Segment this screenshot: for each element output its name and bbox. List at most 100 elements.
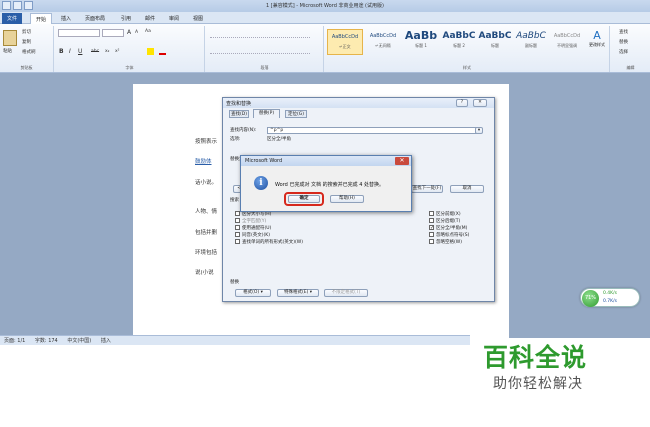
tab-insert[interactable]: 插入 (56, 13, 76, 24)
checkbox[interactable] (235, 225, 240, 230)
status-language[interactable]: 中文(中国) (67, 338, 91, 344)
grow-font-button[interactable]: A (127, 29, 131, 36)
left-options: 区分大小写(H) 全字匹配(Y) 使用通配符(U) 同音(英文)(K) 查找单词… (235, 211, 303, 246)
style-no-spacing[interactable]: AaBbCcDd ↵无间隔 (365, 29, 401, 55)
ok-button[interactable]: 确定 (288, 195, 320, 203)
font-color-icon[interactable] (159, 48, 166, 55)
editing-label: 编辑 (626, 65, 635, 70)
watermark-slogan: 助你轻松解决 (493, 376, 583, 392)
change-styles-icon: A (593, 29, 601, 42)
tab-goto[interactable]: 定位(G) (285, 110, 307, 118)
style-preview: AaBb (404, 29, 438, 42)
option-case[interactable]: 区分大小写(H) (235, 211, 303, 218)
window-controls[interactable] (600, 1, 648, 10)
find-button[interactable]: 查找 (619, 29, 628, 35)
option-label: 区分全/半角(M) (436, 226, 468, 231)
change-case-button[interactable]: Aa (145, 29, 151, 34)
change-styles-label: 更改样式 (589, 42, 605, 47)
shrink-font-button[interactable]: A (135, 30, 138, 35)
option-prefix[interactable]: 区分前缀(X) (429, 211, 469, 218)
option-wildcards[interactable]: 使用通配符(U) (235, 225, 303, 232)
status-page[interactable]: 页面: 1/1 (4, 338, 25, 344)
cut-button[interactable]: 剪切 (22, 29, 31, 35)
checkbox[interactable] (429, 239, 434, 244)
bold-button[interactable]: B (59, 48, 64, 55)
tab-view[interactable]: 视图 (188, 13, 208, 24)
find-dropdown-icon[interactable]: ▾ (475, 127, 483, 134)
list-buttons-row[interactable] (210, 30, 310, 38)
checkbox[interactable] (429, 211, 434, 216)
checkbox-checked[interactable] (429, 225, 434, 230)
tab-page-layout[interactable]: 页面布局 (80, 13, 110, 24)
paste-icon[interactable] (3, 30, 17, 46)
option-full-half-width[interactable]: 区分全/半角(M) (429, 225, 469, 232)
window-title: 1 [兼容模式] - Microsoft Word 非商业用途 (试用版) (266, 3, 384, 9)
tab-mailings[interactable]: 邮件 (140, 13, 160, 24)
no-formatting-button[interactable]: 不限定格式(T) (324, 289, 368, 297)
select-button[interactable]: 选择 (619, 49, 628, 55)
option-ignore-space[interactable]: 忽略空格(W) (429, 239, 469, 246)
font-size-select[interactable] (102, 29, 124, 37)
tab-references[interactable]: 引用 (116, 13, 136, 24)
style-title[interactable]: AaBbC 标题 (477, 29, 513, 55)
checkbox[interactable] (235, 232, 240, 237)
dialog-close-button[interactable]: ✕ (473, 99, 487, 107)
dialog-help-button[interactable]: ? (456, 99, 468, 107)
checkbox[interactable] (235, 239, 240, 244)
format-painter-button[interactable]: 格式刷 (22, 49, 36, 55)
option-suffix[interactable]: 区分后缀(T) (429, 218, 469, 225)
align-buttons-row[interactable] (210, 46, 310, 54)
style-normal[interactable]: AaBbCcDd ↵正文 (327, 29, 363, 55)
option-label: 查找单词的所有形式(英文)(W) (242, 240, 303, 245)
dialog-title: 查找和替换 (226, 101, 252, 107)
style-subtle-emphasis[interactable]: AaBbCcDd 不明显强调 (549, 29, 585, 55)
italic-button[interactable]: I (69, 48, 71, 55)
find-input[interactable]: ^p^p (267, 127, 481, 134)
underline-button[interactable]: U (78, 48, 82, 55)
help-button[interactable]: 帮助(H) (330, 195, 364, 203)
style-heading-2[interactable]: AaBbC 标题 2 (441, 29, 477, 55)
style-heading-1[interactable]: AaBb 标题 1 (403, 29, 439, 55)
highlight-color-icon[interactable] (147, 48, 154, 55)
subscript-button[interactable]: x₂ (105, 49, 109, 54)
network-speed-widget[interactable]: 71% 0.4K/s 0.7K/s (580, 288, 640, 307)
option-word-forms[interactable]: 查找单词的所有形式(英文)(W) (235, 239, 303, 246)
copy-button[interactable]: 复制 (22, 39, 31, 45)
checkbox[interactable] (429, 218, 434, 223)
status-bar: 页面: 1/1 字数: 174 中文(中国) 插入 (0, 335, 470, 345)
checkbox[interactable] (429, 232, 434, 237)
find-next-button[interactable]: 查找下一处(F) (411, 185, 443, 193)
special-button[interactable]: 特殊格式(E) ▾ (277, 289, 319, 297)
message-box: Microsoft Word ✕ i Word 已完成对 文档 的搜索并已完成 … (240, 155, 412, 212)
cancel-button[interactable]: 取消 (450, 185, 484, 193)
style-preview: AaBbCcDd (331, 34, 359, 40)
superscript-button[interactable]: x² (115, 49, 119, 54)
format-button[interactable]: 格式(O) ▾ (235, 289, 271, 297)
option-label: 使用通配符(U) (242, 226, 272, 231)
font-name-select[interactable] (58, 29, 100, 37)
status-words[interactable]: 字数: 174 (35, 338, 58, 344)
tab-find[interactable]: 查找(D) (229, 110, 249, 118)
option-ignore-punct[interactable]: 忽略标点符号(S) (429, 232, 469, 239)
tab-review[interactable]: 审阅 (164, 13, 184, 24)
option-label: 区分前缀(X) (436, 212, 461, 217)
replace-button[interactable]: 替换 (619, 39, 628, 45)
strikethrough-button[interactable]: abc (91, 49, 99, 54)
font-group: A A Aa B I U abc x₂ x² 字体 (55, 26, 205, 72)
message-close-button[interactable]: ✕ (395, 157, 409, 165)
status-insert[interactable]: 插入 (101, 338, 111, 344)
checkbox[interactable] (235, 218, 240, 223)
tab-replace[interactable]: 替换(P) (253, 109, 280, 118)
tab-home[interactable]: 开始 (30, 13, 53, 24)
option-sounds-like[interactable]: 同音(英文)(K) (235, 232, 303, 239)
change-styles-button[interactable]: A 更改样式 (587, 29, 607, 55)
paragraph-group: 段落 (206, 26, 324, 72)
paste-button[interactable]: 粘贴 (3, 48, 12, 54)
tab-file[interactable]: 文件 (2, 13, 23, 24)
option-whole-word[interactable]: 全字匹配(Y) (235, 218, 303, 225)
option-label: 同音(英文)(K) (242, 233, 270, 238)
style-subtitle[interactable]: AaBbC 副标题 (513, 29, 549, 55)
font-label: 字体 (125, 65, 134, 70)
paragraph-label: 段落 (260, 65, 269, 70)
clipboard-label: 剪贴板 (20, 65, 33, 70)
